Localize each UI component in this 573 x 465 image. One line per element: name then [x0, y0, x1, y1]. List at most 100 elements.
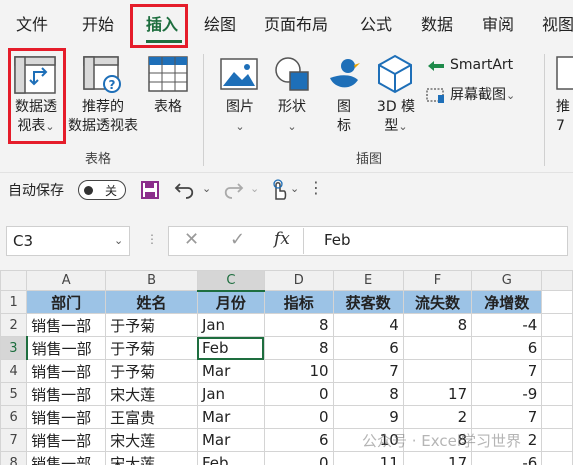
row-header[interactable]: 4: [0, 359, 28, 383]
empty-cell[interactable]: [541, 451, 573, 465]
cell-dept[interactable]: 销售一部: [26, 451, 107, 465]
undo-icon[interactable]: [174, 180, 196, 204]
tab-draw[interactable]: 绘图: [204, 12, 236, 38]
autosave-toggle[interactable]: 关: [78, 180, 126, 200]
cell-dept[interactable]: 销售一部: [26, 313, 107, 337]
cell-lost[interactable]: 17: [402, 382, 473, 406]
row-header[interactable]: 2: [0, 313, 28, 337]
save-icon[interactable]: [140, 180, 160, 204]
cell-lost[interactable]: 2: [402, 405, 473, 429]
header-cell-month[interactable]: 月份: [196, 290, 265, 314]
column-header-selected[interactable]: C: [196, 270, 265, 292]
cell-target[interactable]: 0: [263, 382, 334, 406]
undo-dropdown-icon[interactable]: ⌄: [202, 182, 211, 195]
cell-net[interactable]: -6: [471, 451, 543, 465]
cell-dept[interactable]: 销售一部: [26, 428, 107, 452]
cell-month[interactable]: Mar: [196, 405, 265, 429]
name-box[interactable]: C3: [6, 226, 130, 256]
tab-view[interactable]: 视图: [542, 12, 573, 38]
cell-gain[interactable]: 6: [332, 336, 404, 360]
redo-icon[interactable]: [222, 180, 244, 204]
cell-lost[interactable]: [402, 336, 473, 360]
cell-lost[interactable]: [402, 359, 473, 383]
empty-cell[interactable]: [541, 428, 573, 452]
tab-review[interactable]: 审阅: [482, 12, 514, 38]
row-header[interactable]: 7: [0, 428, 28, 452]
recommended-pivot-button[interactable]: 推荐的 数据透视表: [64, 98, 142, 136]
empty-cell[interactable]: [541, 382, 573, 406]
cell-name[interactable]: 于予菊: [105, 359, 198, 383]
header-cell-net[interactable]: 净增数: [471, 290, 543, 314]
cell-month[interactable]: Jan: [196, 382, 265, 406]
cell-gain[interactable]: 11: [332, 451, 404, 465]
cell-gain[interactable]: 8: [332, 382, 404, 406]
cell-dept[interactable]: 销售一部: [26, 382, 107, 406]
empty-cell[interactable]: [541, 313, 573, 337]
cell-gain[interactable]: 4: [332, 313, 404, 337]
cell-name[interactable]: 宋大莲: [105, 428, 198, 452]
empty-cell[interactable]: [541, 405, 573, 429]
column-header[interactable]: G: [471, 270, 543, 291]
column-header[interactable]: A: [26, 270, 107, 291]
cell-target[interactable]: 8: [263, 336, 334, 360]
cell-gain[interactable]: 7: [332, 359, 404, 383]
column-header[interactable]: D: [263, 270, 334, 291]
header-cell-gain[interactable]: 获客数: [332, 290, 404, 314]
empty-cell[interactable]: [541, 336, 573, 360]
formula-bar-splitter-icon[interactable]: ⋮: [146, 232, 158, 246]
tab-data[interactable]: 数据: [421, 12, 453, 38]
shapes-button[interactable]: 形状 ⌄: [272, 98, 312, 136]
insert-function-icon[interactable]: fx: [274, 229, 290, 249]
cell-name[interactable]: 宋大莲: [105, 382, 198, 406]
customize-qat-icon[interactable]: ⋮: [308, 178, 324, 197]
cell-name[interactable]: 于予菊: [105, 336, 198, 360]
row-header[interactable]: 6: [0, 405, 28, 429]
cell-dept[interactable]: 销售一部: [26, 359, 107, 383]
select-all-corner[interactable]: [0, 270, 28, 291]
3d-model-button[interactable]: 3D 模 型⌄: [370, 98, 422, 136]
cell-net[interactable]: 6: [471, 336, 543, 360]
cell-name[interactable]: 王富贵: [105, 405, 198, 429]
row-header[interactable]: 8: [0, 451, 28, 465]
column-header-blank[interactable]: [541, 270, 573, 291]
picture-button[interactable]: 图片 ⌄: [220, 98, 260, 136]
cell-net[interactable]: -9: [471, 382, 543, 406]
smartart-button[interactable]: SmartArt: [450, 56, 513, 75]
cell-net[interactable]: -4: [471, 313, 543, 337]
tab-page-layout[interactable]: 页面布局: [264, 12, 328, 38]
cell-month[interactable]: Feb: [196, 451, 265, 465]
cell-gain[interactable]: 9: [332, 405, 404, 429]
screenshot-button[interactable]: 屏幕截图⌄: [450, 86, 515, 105]
cell-target[interactable]: 0: [263, 405, 334, 429]
touch-mode-icon[interactable]: [268, 179, 288, 205]
tab-formulas[interactable]: 公式: [360, 12, 392, 38]
header-cell-dept[interactable]: 部门: [26, 290, 107, 314]
name-box-dropdown-icon[interactable]: ⌄: [114, 234, 123, 247]
tab-home[interactable]: 开始: [82, 12, 114, 38]
cell-target[interactable]: 10: [263, 359, 334, 383]
cell-name[interactable]: 宋大莲: [105, 451, 198, 465]
enter-icon[interactable]: ✓: [230, 229, 245, 250]
empty-cell[interactable]: [541, 290, 573, 314]
cell-month[interactable]: Mar: [196, 359, 265, 383]
formula-input[interactable]: Feb: [324, 231, 351, 249]
active-cell[interactable]: Feb: [196, 336, 265, 360]
cell-net[interactable]: 7: [471, 359, 543, 383]
row-header[interactable]: 1: [0, 290, 28, 314]
cell-target[interactable]: 0: [263, 451, 334, 465]
cell-dept[interactable]: 销售一部: [26, 405, 107, 429]
cell-lost[interactable]: 17: [402, 451, 473, 465]
cell-target[interactable]: 8: [263, 313, 334, 337]
tab-file[interactable]: 文件: [16, 12, 48, 38]
cancel-icon[interactable]: ✕: [184, 229, 199, 250]
column-header[interactable]: B: [105, 270, 198, 291]
icons-button[interactable]: 图 标: [326, 98, 362, 136]
table-button[interactable]: 表格: [146, 98, 190, 117]
cell-month[interactable]: Mar: [196, 428, 265, 452]
cell-target[interactable]: 6: [263, 428, 334, 452]
row-header[interactable]: 3: [0, 336, 28, 360]
cell-lost[interactable]: 8: [402, 313, 473, 337]
empty-cell[interactable]: [541, 359, 573, 383]
column-header[interactable]: E: [332, 270, 404, 291]
header-cell-lost[interactable]: 流失数: [402, 290, 473, 314]
